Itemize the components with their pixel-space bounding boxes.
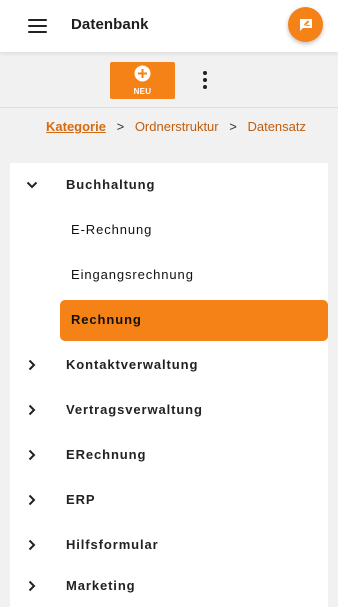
tree-item-label: Marketing <box>66 578 136 593</box>
breadcrumb-separator: > <box>116 119 125 134</box>
tree-item-erp[interactable]: ERP <box>10 480 328 521</box>
chevron-right-icon <box>28 494 36 506</box>
tree-item-hilfsformular[interactable]: Hilfsformular <box>10 525 328 566</box>
tree-item-label: Hilfsformular <box>66 537 159 552</box>
tree-item-e-rechnung[interactable]: E-Rechnung <box>10 210 328 251</box>
hamburger-menu-icon[interactable] <box>28 18 48 34</box>
tree-item-label: Vertragsverwaltung <box>66 402 203 417</box>
toolbar-divider <box>0 107 338 108</box>
new-button[interactable]: NEU <box>110 62 175 99</box>
category-tree: Buchhaltung E-Rechnung Eingangsrechnung … <box>10 163 328 607</box>
chevron-right-icon <box>28 449 36 461</box>
tree-item-buchhaltung[interactable]: Buchhaltung <box>10 165 328 206</box>
feedback-button[interactable] <box>288 7 323 42</box>
tree-item-label: ERechnung <box>66 447 147 462</box>
tree-item-label: Kontaktverwaltung <box>66 357 199 372</box>
more-vert-icon[interactable] <box>198 70 212 90</box>
breadcrumb-datensatz[interactable]: Datensatz <box>247 119 306 134</box>
tree-item-label: Buchhaltung <box>66 177 156 192</box>
tree-item-label: ERP <box>66 492 96 507</box>
tree-item-rechnung[interactable]: Rechnung <box>60 300 328 341</box>
breadcrumb-kategorie[interactable]: Kategorie <box>46 119 106 134</box>
app-header: Datenbank <box>0 0 338 52</box>
chevron-right-icon <box>28 359 36 371</box>
tree-item-erechnung[interactable]: ERechnung <box>10 435 328 476</box>
tree-item-kontaktverwaltung[interactable]: Kontaktverwaltung <box>10 345 328 386</box>
chevron-right-icon <box>28 404 36 416</box>
tree-item-label: Eingangsrechnung <box>71 267 194 282</box>
tree-item-eingangsrechnung[interactable]: Eingangsrechnung <box>10 255 328 296</box>
tree-item-label: E-Rechnung <box>71 222 153 237</box>
page-title: Datenbank <box>71 16 149 33</box>
breadcrumb: Kategorie > Ordnerstruktur > Datensatz <box>46 119 306 134</box>
chevron-right-icon <box>28 539 36 551</box>
tree-item-marketing[interactable]: Marketing <box>10 566 328 607</box>
chevron-down-icon <box>26 181 38 189</box>
chevron-right-icon <box>28 580 36 592</box>
plus-circle-icon <box>134 65 151 82</box>
new-button-label: NEU <box>133 87 152 96</box>
breadcrumb-ordnerstruktur[interactable]: Ordnerstruktur <box>135 119 219 134</box>
tree-item-vertragsverwaltung[interactable]: Vertragsverwaltung <box>10 390 328 431</box>
breadcrumb-separator: > <box>229 119 237 134</box>
tree-item-label: Rechnung <box>71 312 142 327</box>
feedback-icon <box>299 18 312 31</box>
